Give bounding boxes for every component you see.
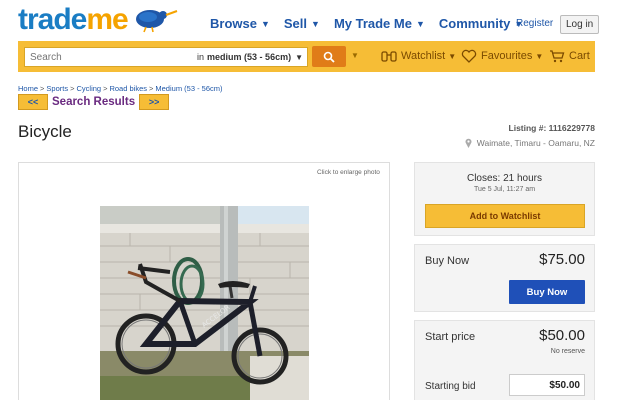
nav-browse[interactable]: Browse ▼ [210,16,270,31]
breadcrumb-sports[interactable]: Sports [46,84,68,93]
nav-my-trade-me-label: My Trade Me [333,16,412,31]
listing-photo[interactable]: ACCELOR [100,206,309,400]
breadcrumb: Home > Sports > Cycling > Road bikes > Medium (5… [18,84,223,93]
favourites-link[interactable]: Favourites ▼ [461,49,543,63]
add-to-watchlist-button[interactable]: Add to Watchlist [425,204,585,228]
chevron-down-icon: ▼ [260,18,270,29]
nav-browse-label: Browse [210,16,257,31]
starting-bid-label: Starting bid [425,381,476,392]
start-price-label: Start price [425,331,476,343]
nav-community-label: Community [438,16,511,31]
binoculars-icon [381,51,397,62]
reserve-status: No reserve [550,348,585,355]
page-title: Bicycle [18,122,72,141]
chevron-down-icon: ▼ [448,51,457,61]
breadcrumb-cycling[interactable]: Cycling [76,84,101,93]
cart-label: Cart [569,50,590,62]
chevron-down-icon[interactable]: ▼ [351,51,359,60]
map-pin-icon [465,138,472,148]
previous-result-button[interactable]: << [18,94,48,110]
logo-me-text: me [86,3,128,36]
favourites-label: Favourites [481,50,533,62]
breadcrumb-separator: > [103,84,108,93]
logo-trade-text: trade [18,3,87,36]
nav-sell-label: Sell [283,16,308,31]
breadcrumb-medium[interactable]: Medium (53 - 56cm) [155,84,222,93]
login-button[interactable]: Log in [560,15,600,34]
chevron-down-icon: ▼ [295,52,303,62]
closes-date: Tue 5 Jul, 11:27 am [473,186,536,193]
nav-community[interactable]: Community ▼ [439,16,523,31]
listing-number: Listing #: 1116229778 [508,123,595,133]
breadcrumb-separator: > [149,84,154,93]
buy-now-button[interactable]: Buy Now [509,280,585,304]
location-text: Waimate, Timaru - Oamaru, NZ [476,138,595,148]
chevron-down-icon: ▼ [415,18,425,29]
nav-my-trade-me[interactable]: My Trade Me ▼ [334,16,425,31]
search-scope-prefix: in [197,52,205,62]
search-bar: inmedium (53 - 56cm)▼ ▼ Watchlist▼ Favou… [18,41,595,72]
register-link[interactable]: Register [516,18,553,29]
nav-sell[interactable]: Sell ▼ [284,16,320,31]
start-price-value: $50.00 [539,327,585,344]
chevron-down-icon: ▼ [535,51,544,61]
next-result-button[interactable]: >> [139,94,170,110]
search-scope-value: medium (53 - 56cm) [207,52,292,62]
breadcrumb-separator: > [70,84,75,93]
bicycle-photo: ACCELOR [100,206,309,400]
enlarge-photo-link[interactable]: Click to enlarge photo [317,169,380,176]
chevron-down-icon: ▼ [311,18,320,29]
logo-wordmark: trademe [18,3,129,36]
search-scope-select[interactable]: in medium (53 - 56cm) ▼ [197,52,307,62]
top-navigation: Browse ▼ Sell ▼ My Trade Me ▼ Community ▼ [210,16,537,31]
breadcrumb-home[interactable]: Home [18,84,38,93]
watchlist-link[interactable]: Watchlist ▼ [381,49,456,63]
search-button[interactable] [312,46,346,67]
buy-now-label: Buy Now [425,255,470,267]
search-icon [323,51,335,63]
search-results-link[interactable]: Search Results [52,96,135,108]
breadcrumb-road-bikes[interactable]: Road bikes [109,84,147,93]
breadcrumb-separator: > [40,84,45,93]
buy-now-price: $75.00 [539,251,585,268]
cart-icon [550,50,565,63]
kiwi-icon [135,10,178,33]
heart-icon [461,49,477,63]
search-box: inmedium (53 - 56cm)▼ [24,47,308,67]
listing-location: Waimate, Timaru - Oamaru, NZ [465,138,595,148]
cart-link[interactable]: Cart [549,49,590,63]
watchlist-label: Watchlist [401,50,446,62]
closes-in: Closes: 21 hours [466,173,543,184]
search-results-nav: << Search Results >> [18,94,170,110]
trademe-logo[interactable]: trademe [18,5,178,39]
search-input[interactable] [25,51,175,63]
bid-amount-input[interactable] [509,374,585,396]
